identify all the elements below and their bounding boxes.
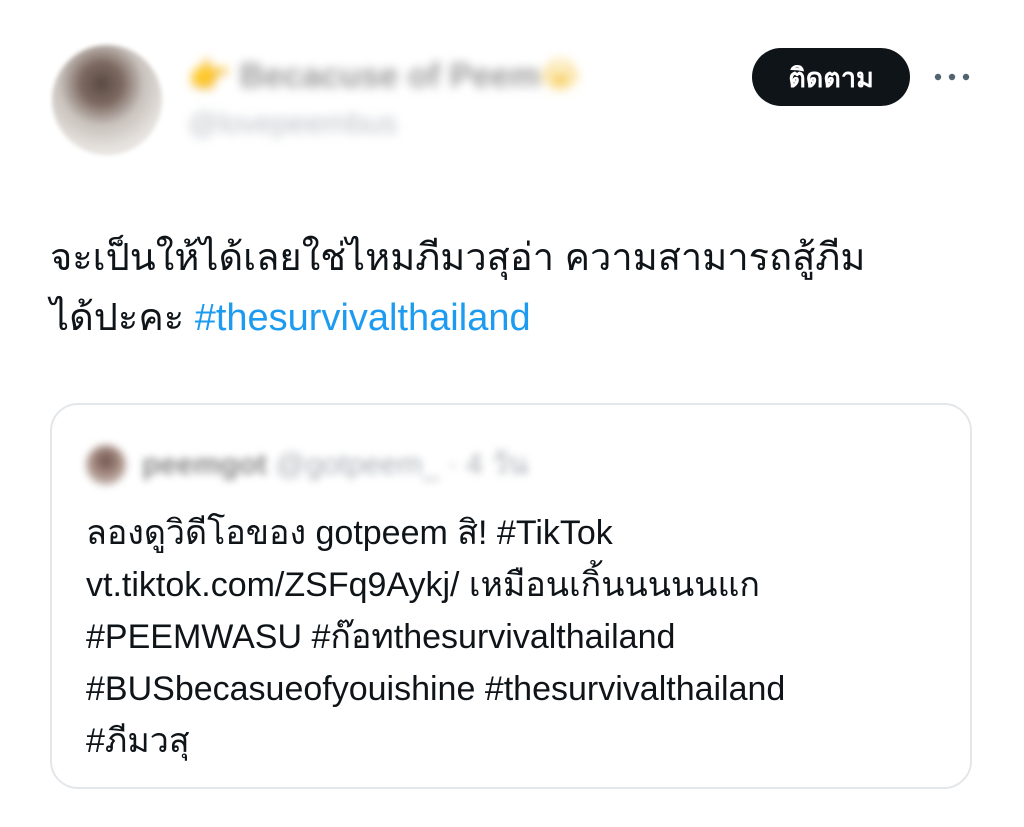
quoted-line-1: ลองดูวิดีโอของ gotpeem สิ! #TikTok xyxy=(86,514,613,552)
tweet-line-1: จะเป็นให้ได้เลยใช่ไหมภีมวสุอ่า ความสามาร… xyxy=(50,237,866,279)
quoted-line-4: #BUSbecasueofyouishine #thesurvivalthail… xyxy=(86,670,786,708)
quoted-tweet-card[interactable]: peemgot @gotpeem_ · 4 วัน ลองดูวิดีโอของ… xyxy=(50,403,972,789)
quoted-line-3: #PEEMWASU #ก๊อทthesurvivalthailand xyxy=(86,618,676,656)
hashtag-link[interactable]: #thesurvivalthailand xyxy=(195,297,531,339)
more-options-button[interactable] xyxy=(930,60,974,94)
quoted-line-2: vt.tiktok.com/ZSFq9Aykj/ เหมือนเกิ้นนนนน… xyxy=(86,566,760,604)
more-horizontal-icon xyxy=(934,73,970,81)
author-name-text: Becacuse of Peem xyxy=(239,57,541,95)
author-avatar[interactable] xyxy=(52,45,162,155)
follow-button[interactable]: ติดตาม xyxy=(752,48,910,106)
tweet-line-2: ได้ปะคะ #thesurvivalthailand xyxy=(50,288,980,348)
crying-emoji-icon: 😭 xyxy=(540,57,581,95)
quoted-author-name[interactable]: peemgot xyxy=(142,448,267,481)
quoted-author-handle[interactable]: @gotpeem_ xyxy=(275,448,439,481)
author-info[interactable]: 👉 Becacuse of Peem😭 @lovepeembus xyxy=(188,50,658,150)
quoted-timestamp[interactable]: 4 วัน xyxy=(466,448,528,481)
quoted-separator: · xyxy=(447,448,458,481)
pointing-emoji-icon: 👉 xyxy=(188,57,231,95)
quoted-tweet-header: peemgot @gotpeem_ · 4 วัน xyxy=(86,443,646,487)
author-handle[interactable]: @lovepeembus xyxy=(188,102,658,146)
author-display-name[interactable]: 👉 Becacuse of Peem😭 xyxy=(188,50,658,102)
tweet-body: จะเป็นให้ได้เลยใช่ไหมภีมวสุอ่า ความสามาร… xyxy=(50,228,980,348)
quoted-author-avatar[interactable] xyxy=(86,445,126,485)
tweet-line-2-text: ได้ปะคะ xyxy=(50,297,195,339)
quoted-author-meta: peemgot @gotpeem_ · 4 วัน xyxy=(142,445,528,485)
tweet-header: 👉 Becacuse of Peem😭 @lovepeembus ติดตาม xyxy=(0,0,1024,170)
quoted-line-5: #ภีมวสุ xyxy=(86,722,190,760)
quoted-tweet-text: ลองดูวิดีโอของ gotpeem สิ! #TikTok vt.ti… xyxy=(86,507,946,767)
